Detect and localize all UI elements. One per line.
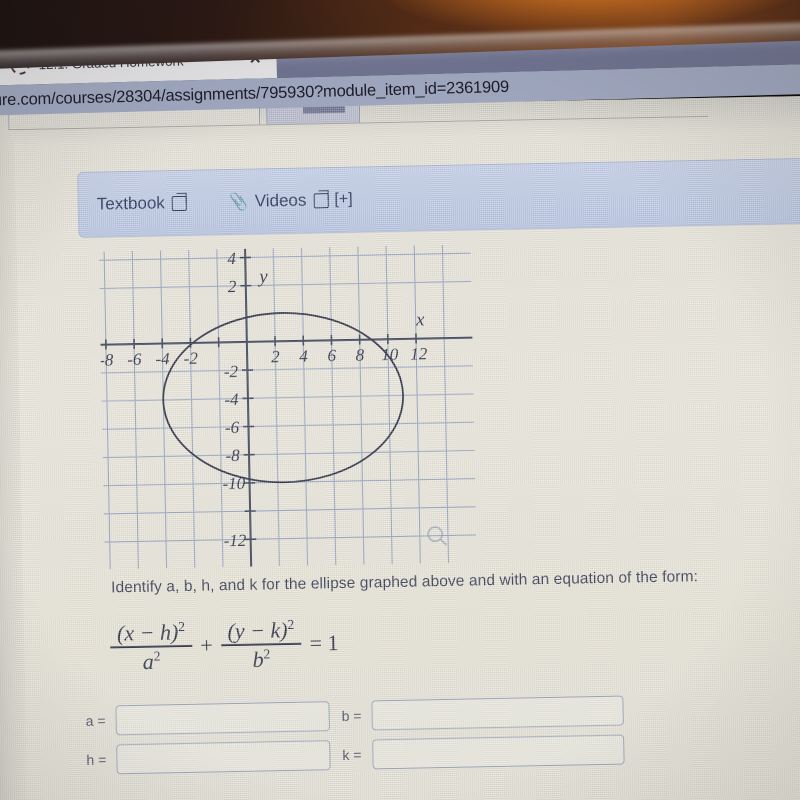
label-k: k = [342, 746, 362, 763]
equals-one: = 1 [309, 630, 339, 656]
input-h[interactable] [116, 740, 331, 775]
svg-text:-4: -4 [224, 390, 239, 409]
fraction-x-term: (x − h)2 a2 [110, 618, 193, 675]
answer-row-a-b: a = b = [85, 695, 625, 736]
x-tick-labels: -8 -6 -4 -2 2 4 6 8 10 12 [99, 344, 428, 369]
input-k[interactable] [372, 734, 625, 770]
y-tick-labels: 4 2 -2 -4 -6 -8 -10 -12 [222, 249, 247, 550]
textbook-label: Textbook [96, 193, 166, 214]
page-left-gutter [0, 111, 28, 800]
label-b: b = [341, 707, 362, 724]
textbook-link[interactable]: Textbook [97, 193, 187, 215]
loading-spinner-icon [10, 55, 30, 75]
new-tab-button[interactable]: + [292, 42, 304, 64]
external-link-icon [313, 192, 329, 208]
svg-text:4: 4 [227, 249, 236, 268]
numerator-x: (x − h)2 [116, 618, 186, 646]
svg-text:-2: -2 [184, 349, 199, 368]
svg-text:-6: -6 [225, 418, 240, 437]
tab-title: 12.1: Graded Homework [38, 53, 184, 73]
grid-lines [98, 244, 477, 570]
svg-text:4: 4 [299, 347, 308, 366]
expand-plus-label[interactable]: [+] [334, 191, 353, 209]
close-icon[interactable]: ✕ [242, 50, 269, 67]
denominator-b: b2 [252, 646, 271, 673]
svg-text:-6: -6 [127, 350, 142, 369]
svg-text:-8: -8 [99, 350, 114, 369]
svg-text:-12: -12 [223, 531, 247, 550]
resource-toolbar: Textbook 📎 Videos [+] [77, 157, 800, 238]
svg-text:8: 8 [356, 345, 365, 364]
svg-text:6: 6 [327, 346, 336, 365]
answer-fields: a = b = h = k = [85, 695, 626, 784]
screen-photo: Textbook 📎 Videos [+] y x -8 -6 -4 -2 2 … [0, 0, 800, 800]
ellipse-equation: (x − h)2 a2 + (y − k)2 b2 = 1 [110, 617, 339, 674]
svg-text:-2: -2 [224, 362, 239, 381]
svg-text:10: 10 [381, 345, 399, 364]
question-prompt: Identify a, b, h, and k for the ellipse … [110, 568, 699, 597]
plus-sign: + [200, 632, 214, 658]
videos-label: Videos [254, 190, 307, 211]
page-background: Textbook 📎 Videos [+] y x -8 -6 -4 -2 2 … [0, 95, 800, 800]
denominator-a: a2 [142, 648, 161, 675]
label-h: h = [86, 751, 107, 768]
svg-text:-10: -10 [222, 474, 246, 493]
svg-text:2: 2 [271, 347, 280, 366]
browser-viewport: Textbook 📎 Videos [+] y x -8 -6 -4 -2 2 … [0, 95, 800, 800]
paperclip-icon: 📎 [227, 192, 250, 212]
fraction-y-term: (y − k)2 b2 [220, 616, 302, 673]
input-b[interactable] [371, 695, 624, 731]
svg-text:2: 2 [228, 277, 237, 296]
videos-link[interactable]: 📎 Videos [+] [227, 190, 353, 212]
svg-text:-8: -8 [225, 446, 240, 465]
svg-text:12: 12 [410, 344, 428, 363]
numerator-y: (y − k)2 [227, 616, 295, 644]
y-axis-label: y [257, 266, 268, 287]
external-link-icon [171, 195, 187, 211]
x-axis-label: x [415, 309, 425, 330]
ellipse-graph: y x -8 -6 -4 -2 2 4 6 8 10 12 4 2 -2 -4 … [98, 244, 477, 570]
answer-row-h-k: h = k = [86, 734, 626, 775]
label-a: a = [85, 712, 106, 729]
svg-text:-4: -4 [155, 349, 170, 368]
input-a[interactable] [115, 701, 330, 736]
